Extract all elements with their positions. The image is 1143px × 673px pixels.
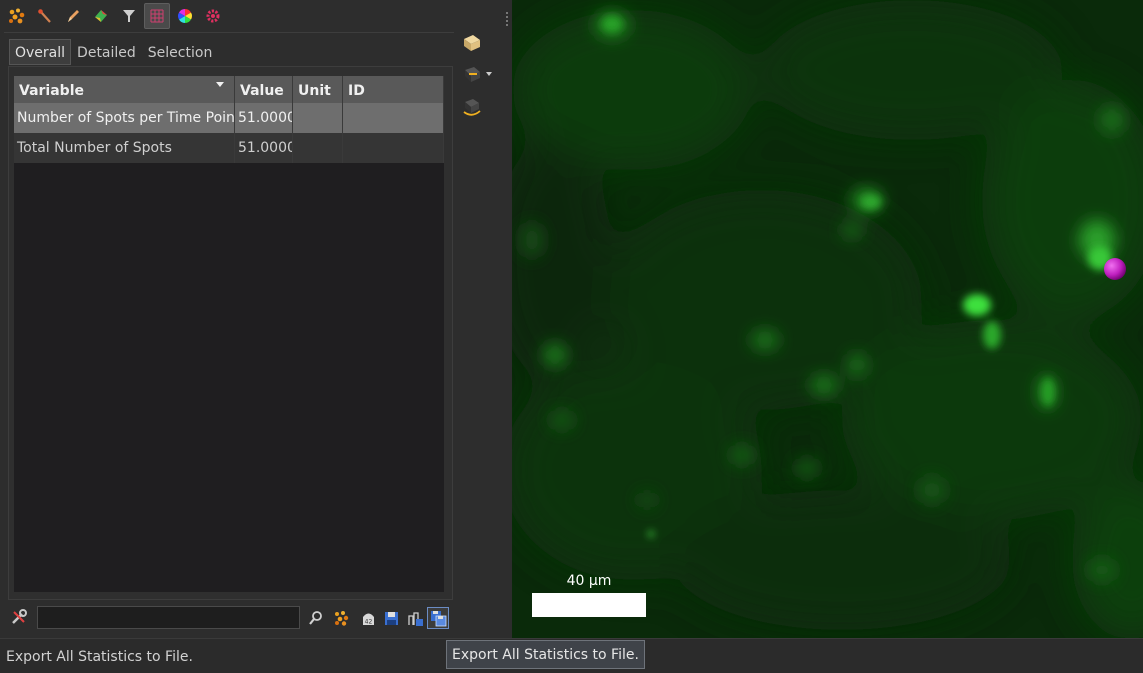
chevron-down-icon	[485, 72, 492, 76]
cube-icon	[464, 35, 480, 51]
fluorescence-image	[512, 0, 1143, 638]
tab-selection[interactable]: Selection	[142, 39, 219, 65]
column-header-label: Variable	[19, 83, 84, 99]
wrench-button[interactable]	[10, 608, 28, 626]
statistics-panel: Overall Detailed Selection Variable Valu…	[0, 0, 512, 638]
wand-icon	[38, 9, 51, 23]
selected-spot[interactable]	[1104, 258, 1126, 280]
filter-icon	[123, 10, 135, 22]
statistics-table-area: Variable Value Unit ID Number of Spots p…	[14, 76, 444, 592]
search-icon	[308, 610, 322, 625]
color-tool-button[interactable]	[172, 3, 198, 29]
gear-icon	[206, 9, 220, 23]
table-row[interactable]: Total Number of Spots 51.0000	[14, 133, 444, 163]
rotate-icon	[463, 99, 481, 116]
wand-tool-button[interactable]	[32, 3, 58, 29]
cube-button[interactable]	[458, 30, 486, 56]
splitter-handle[interactable]	[506, 12, 509, 30]
export-all-icon	[430, 610, 446, 626]
rotate-button[interactable]	[458, 94, 486, 120]
statistics-table: Variable Value Unit ID Number of Spots p…	[14, 76, 444, 163]
column-header-unit[interactable]: Unit	[293, 76, 343, 103]
cell-unit	[293, 103, 343, 133]
color-shape-icon	[95, 10, 107, 22]
save-button[interactable]	[380, 607, 402, 629]
cell-unit	[293, 133, 343, 163]
sort-descending-icon	[216, 82, 224, 87]
badge-button[interactable]: 42	[357, 607, 379, 629]
spots-icon	[334, 610, 348, 626]
cell-value: 51.0000	[235, 103, 293, 133]
pencil-icon	[68, 10, 79, 22]
color-wheel-icon	[178, 9, 192, 23]
cell-value: 51.0000	[235, 133, 293, 163]
column-header-id[interactable]: ID	[343, 76, 444, 103]
export-chart-button[interactable]	[404, 607, 426, 629]
camera-dropdown-icon	[464, 67, 480, 82]
table-header: Variable Value Unit ID	[14, 76, 444, 103]
column-header-variable[interactable]: Variable	[14, 76, 235, 103]
svg-text:42: 42	[364, 618, 372, 625]
object-toolbar	[4, 3, 226, 30]
cell-id	[343, 133, 444, 163]
panel-divider	[4, 32, 454, 33]
tab-detailed[interactable]: Detailed	[71, 39, 142, 65]
spots-tool-button[interactable]	[4, 3, 30, 29]
camera-dropdown-button[interactable]	[458, 61, 496, 87]
tooltip: Export All Statistics to File.	[446, 640, 645, 669]
spots-icon	[9, 8, 25, 24]
cell-id	[343, 103, 444, 133]
tab-overall[interactable]: Overall	[9, 39, 72, 65]
table-row[interactable]: Number of Spots per Time Point 51.0000	[14, 103, 444, 133]
status-text: Export All Statistics to File.	[6, 649, 193, 665]
export-chart-icon	[407, 611, 423, 626]
image-viewer[interactable]: 40 µm	[512, 0, 1143, 638]
scale-bar-label: 40 µm	[566, 573, 612, 589]
color-shape-tool-button[interactable]	[88, 3, 114, 29]
wrench-icon	[12, 609, 27, 624]
statistics-bottom-bar: 42	[8, 604, 453, 632]
search-input[interactable]	[37, 606, 300, 629]
statistics-tabs: Overall Detailed Selection	[9, 39, 218, 65]
save-icon	[384, 611, 398, 625]
column-header-value[interactable]: Value	[235, 76, 293, 103]
statistics-grid-icon	[150, 9, 164, 23]
settings-tool-button[interactable]	[200, 3, 226, 29]
cell-variable: Number of Spots per Time Point	[14, 103, 235, 133]
search-button[interactable]	[304, 607, 326, 629]
filter-tool-button[interactable]	[116, 3, 142, 29]
badge-42-icon: 42	[362, 613, 374, 625]
export-all-statistics-button[interactable]	[427, 607, 449, 629]
statistics-tool-button[interactable]	[144, 3, 170, 29]
pencil-tool-button[interactable]	[60, 3, 86, 29]
spots-filter-button[interactable]	[330, 607, 352, 629]
cell-variable: Total Number of Spots	[14, 133, 235, 163]
scale-bar	[532, 593, 646, 617]
